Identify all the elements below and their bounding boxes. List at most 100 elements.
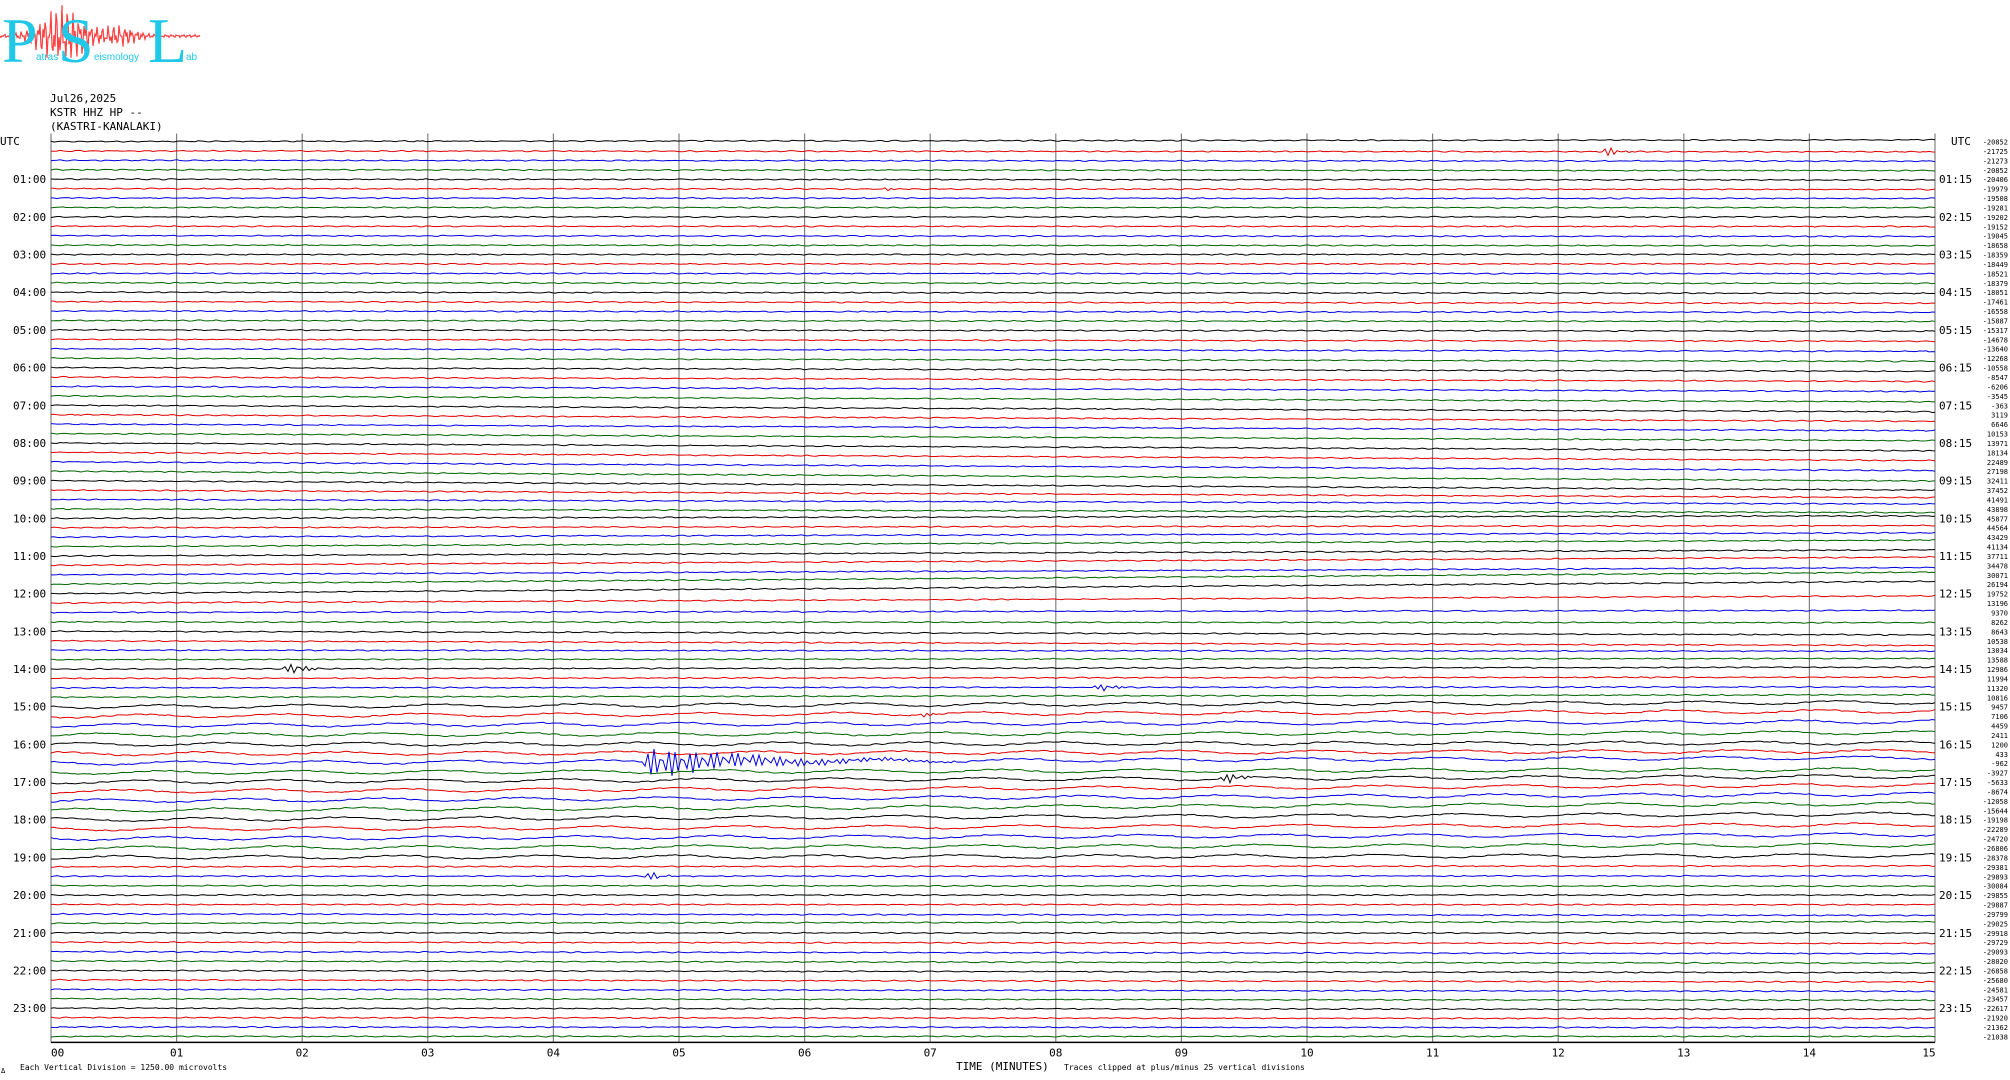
seismic-trace-73: [50, 811, 1936, 822]
seismic-trace-58: [50, 676, 1936, 680]
hour-label-right: 17:15: [1939, 776, 1972, 789]
trace-offset-label: -22617: [1983, 1005, 2008, 1013]
seismic-trace-91: [50, 988, 1936, 993]
hour-label-right: 01:15: [1939, 173, 1972, 186]
seismic-trace-7: [50, 196, 1936, 200]
x-tick-label: 05: [672, 1046, 685, 1059]
trace-offset-label: -15317: [1983, 327, 2008, 335]
seismic-trace-11: [50, 234, 1936, 238]
trace-offset-label: 6646: [1991, 421, 2008, 429]
trace-offset-label: 43429: [1987, 534, 2008, 542]
trace-offset-label: 37711: [1987, 553, 2008, 561]
seismic-trace-10: [50, 225, 1936, 228]
trace-offset-label: -13640: [1983, 346, 2008, 354]
trace-offset-label: -3545: [1987, 393, 2008, 401]
seismic-trace-65: [50, 740, 1936, 747]
corner-mark: Δ: [1, 1067, 6, 1075]
trace-offset-label: -19281: [1983, 204, 2008, 212]
seismic-trace-63: [50, 719, 1936, 729]
trace-offset-label: -24581: [1983, 986, 2008, 994]
scale-note: Each Vertical Division = 1250.00 microvo…: [20, 1063, 227, 1072]
x-tick-label: 06: [798, 1046, 811, 1059]
trace-offset-label: -23457: [1983, 996, 2008, 1004]
seismic-trace-82: [51, 903, 1936, 906]
trace-offset-label: 26194: [1987, 581, 2008, 589]
trace-offset-label: 8643: [1991, 628, 2008, 636]
seismic-trace-86: [50, 941, 1936, 945]
trace-offset-label: -30084: [1983, 883, 2008, 891]
hour-label-right: 10:15: [1939, 512, 1972, 525]
seismic-trace-66: [50, 748, 1936, 757]
seismic-trace-59: [50, 684, 1936, 692]
seismic-trace-31: [50, 423, 1936, 432]
hour-label-left: 17:00: [13, 776, 46, 789]
seismic-trace-89: [50, 969, 1936, 974]
x-tick-label: 15: [1922, 1046, 1935, 1059]
seismic-trace-5: [50, 178, 1936, 182]
trace-offset-label: 37452: [1987, 487, 2008, 495]
hour-label-left: 13:00: [13, 625, 46, 638]
x-tick-label: 14: [1803, 1046, 1817, 1059]
seismic-trace-33: [50, 442, 1936, 452]
seismic-trace-12: [50, 243, 1936, 247]
seismic-trace-13: [50, 253, 1936, 256]
seismic-trace-4: [50, 168, 1936, 172]
seismic-trace-16: [50, 281, 1936, 285]
trace-offset-label: 11320: [1987, 685, 2008, 693]
trace-offset-label: -21920: [1983, 1015, 2008, 1023]
seismic-trace-62: [50, 709, 1936, 719]
trace-offset-label: -20852: [1983, 139, 2008, 147]
x-tick-label: 12: [1552, 1046, 1565, 1059]
trace-offset-label: 44564: [1987, 525, 2008, 533]
seismic-trace-41: [50, 514, 1936, 520]
trace-offset-label: -18051: [1983, 289, 2008, 297]
seismic-trace-70: [50, 782, 1936, 795]
seismic-trace-76: [50, 842, 1936, 851]
seismic-trace-24: [50, 357, 1936, 363]
seismic-trace-18: [50, 300, 1936, 305]
seismic-trace-93: [50, 1007, 1936, 1011]
trace-offset-label: -6206: [1987, 383, 2008, 391]
trace-offset-label: 10538: [1987, 638, 2008, 646]
trace-offset-label: 34478: [1987, 562, 2008, 570]
seismic-trace-74: [50, 822, 1936, 832]
hour-label-left: 10:00: [13, 512, 46, 525]
trace-offset-label: -17461: [1983, 299, 2008, 307]
seismic-trace-78: [50, 864, 1936, 868]
helicorder-plot: 01:00 02:00 03:00 04:00 05:00 06:00 07:00 08:00…: [0, 133, 2008, 1075]
hour-label-right: 07:15: [1939, 399, 1972, 412]
hour-label-right: 14:15: [1939, 663, 1972, 676]
hour-label-left: 20:00: [13, 889, 46, 902]
hour-label-left: 22:00: [13, 964, 46, 977]
hour-label-right: 11:15: [1939, 550, 1972, 563]
trace-offset-label: -15644: [1983, 807, 2008, 815]
hour-label-left: 18:00: [13, 814, 46, 827]
trace-offset-label: -15887: [1983, 317, 2008, 325]
trace-offset-label: -21273: [1983, 157, 2008, 165]
trace-offset-label: -29855: [1983, 892, 2008, 900]
seismic-trace-27: [50, 385, 1936, 393]
x-tick-label: 01: [170, 1046, 183, 1059]
hour-label-right: 03:15: [1939, 249, 1972, 262]
trace-offset-label: 41134: [1987, 544, 2008, 552]
hour-label-right: 22:15: [1939, 964, 1972, 977]
x-tick-label: 09: [1175, 1046, 1188, 1059]
hour-label-right: 18:15: [1939, 814, 1972, 827]
seismic-trace-46: [50, 555, 1936, 567]
seismic-trace-2: [50, 146, 1936, 157]
trace-offset-label: 12986: [1987, 666, 2008, 674]
hour-label-left: 06:00: [13, 362, 46, 375]
trace-offset-label: -8547: [1987, 374, 2008, 382]
hour-label-left: 19:00: [13, 851, 46, 864]
hour-label-left: 11:00: [13, 550, 46, 563]
trace-offset-label: 41491: [1987, 496, 2008, 504]
seismic-trace-15: [50, 272, 1936, 275]
seismic-trace-9: [50, 215, 1936, 219]
seismic-trace-68: [50, 766, 1936, 775]
seismic-trace-64: [50, 730, 1936, 738]
hour-label-right: 02:15: [1939, 211, 1972, 224]
trace-offset-label: -12268: [1983, 355, 2008, 363]
trace-offset-label: 30071: [1987, 572, 2008, 580]
seismic-trace-71: [50, 791, 1936, 803]
trace-offset-label: 8262: [1991, 619, 2008, 627]
